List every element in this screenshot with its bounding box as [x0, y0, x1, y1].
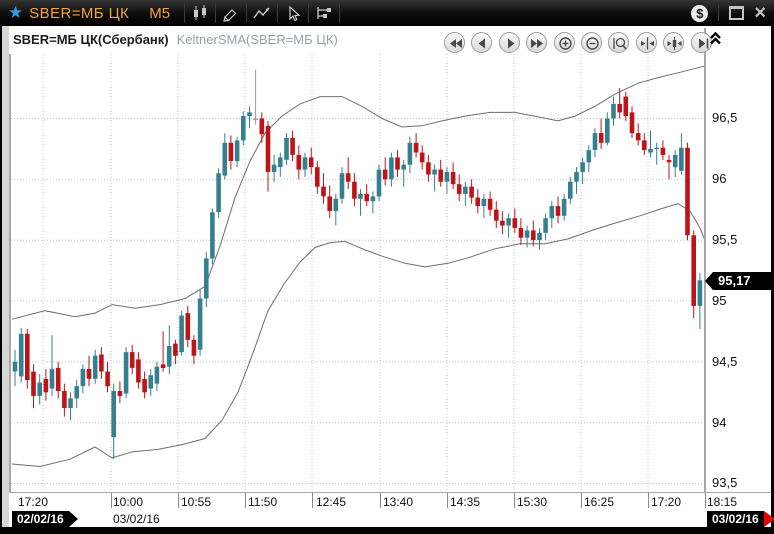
time-tick-label: 17:20 — [651, 495, 681, 509]
zoom-out-button[interactable] — [581, 32, 602, 53]
compress-candles-button-icon — [664, 33, 685, 54]
time-tick-label: 14:35 — [450, 495, 480, 509]
title-bar[interactable]: ★ SBER=МБ ЦК М5 $ × — [0, 0, 774, 26]
date-badge-left-arrow — [69, 511, 78, 527]
window-controls: $ × — [691, 0, 766, 26]
zoom-in-button[interactable] — [554, 32, 575, 53]
plot-left-border — [9, 54, 11, 492]
interval-label: М5 — [149, 5, 170, 22]
candles-icon[interactable] — [184, 3, 215, 23]
price-tick-label: 95,5 — [712, 232, 737, 247]
titlebar-toolbar — [184, 0, 340, 26]
time-tick — [514, 493, 515, 508]
time-tick-label: 13:40 — [383, 495, 413, 509]
scroll-left-button-icon — [472, 33, 493, 54]
date-badge-right: 03/02/16 — [707, 511, 764, 528]
last-price-badge: 95,17 — [713, 272, 774, 290]
instrument-label: SBER=МБ ЦК(Сбербанк) — [13, 32, 169, 47]
zoom-region-button[interactable] — [608, 32, 629, 53]
time-tick — [111, 493, 112, 508]
restore-icon[interactable] — [729, 6, 744, 20]
time-tick-label: 15:30 — [517, 495, 547, 509]
dollar-icon[interactable]: $ — [691, 5, 708, 22]
compress-scale-button-icon — [637, 33, 658, 54]
zoom-out-button-icon — [582, 33, 603, 54]
last-price-arrow — [705, 272, 713, 290]
zoom-region-button-icon — [609, 33, 630, 54]
collapse-button[interactable] — [708, 31, 723, 51]
time-tick-label: 10:00 — [113, 495, 143, 509]
time-tick-label: 10:55 — [181, 495, 211, 509]
plot-bottom-border — [9, 492, 771, 493]
price-chart[interactable] — [8, 54, 705, 492]
time-tick-label: 16:25 — [584, 495, 614, 509]
chevrons-up-icon — [708, 31, 723, 46]
zoom-in-button-icon — [555, 33, 576, 54]
time-tick — [648, 493, 649, 508]
close-icon[interactable]: × — [754, 4, 766, 22]
date-badge-left: 02/02/16 — [12, 511, 69, 528]
indicator-icon[interactable] — [246, 3, 277, 23]
draw-icon[interactable] — [215, 3, 246, 23]
controls-divider — [718, 5, 719, 21]
time-tick-label: 17:20 — [18, 495, 48, 509]
compress-scale-button[interactable] — [636, 32, 657, 53]
price-tick-label: 93,5 — [712, 475, 737, 490]
price-tick-label: 96,5 — [712, 110, 737, 125]
favorite-star-icon: ★ — [8, 0, 23, 26]
time-tick — [380, 493, 381, 508]
time-tick — [245, 493, 246, 508]
scroll-left-button[interactable] — [471, 32, 492, 53]
cursor-icon[interactable] — [277, 3, 308, 23]
price-tick-label: 96 — [712, 171, 726, 186]
window-title: SBER=МБ ЦК — [29, 5, 129, 22]
time-tick-label: 18:15 — [707, 495, 737, 509]
time-tick — [312, 493, 313, 508]
date-badge-right-arrow — [764, 511, 774, 527]
price-tick-label: 94 — [712, 415, 726, 430]
scroll-start-button[interactable] — [444, 32, 465, 53]
price-tick-label: 94,5 — [712, 354, 737, 369]
axis-date-label: 03/02/16 — [113, 512, 160, 526]
scroll-end-button-icon — [527, 33, 548, 54]
chart-header: SBER=МБ ЦК(Сбербанк) KeltnerSMA(SBER=МБ Ц… — [13, 32, 338, 47]
time-tick-label: 12:45 — [316, 495, 346, 509]
scroll-end-button[interactable] — [526, 32, 547, 53]
levels-icon[interactable] — [308, 3, 340, 23]
time-tick-label: 11:50 — [248, 495, 277, 509]
time-tick — [447, 493, 448, 508]
indicator-label: KeltnerSMA(SBER=МБ ЦК) — [177, 32, 338, 47]
scroll-right-button-icon — [500, 33, 521, 54]
application-window: ★ SBER=МБ ЦК М5 $ × SBER=МБ ЦК(Сбербанк)… — [0, 0, 774, 534]
scroll-right-button[interactable] — [499, 32, 520, 53]
price-tick-label: 95 — [712, 293, 726, 308]
time-tick — [705, 493, 706, 508]
time-tick — [178, 493, 179, 508]
time-tick — [581, 493, 582, 508]
compress-candles-button[interactable] — [663, 32, 684, 53]
scroll-start-button-icon — [445, 33, 466, 54]
plot-right-border — [704, 28, 706, 492]
